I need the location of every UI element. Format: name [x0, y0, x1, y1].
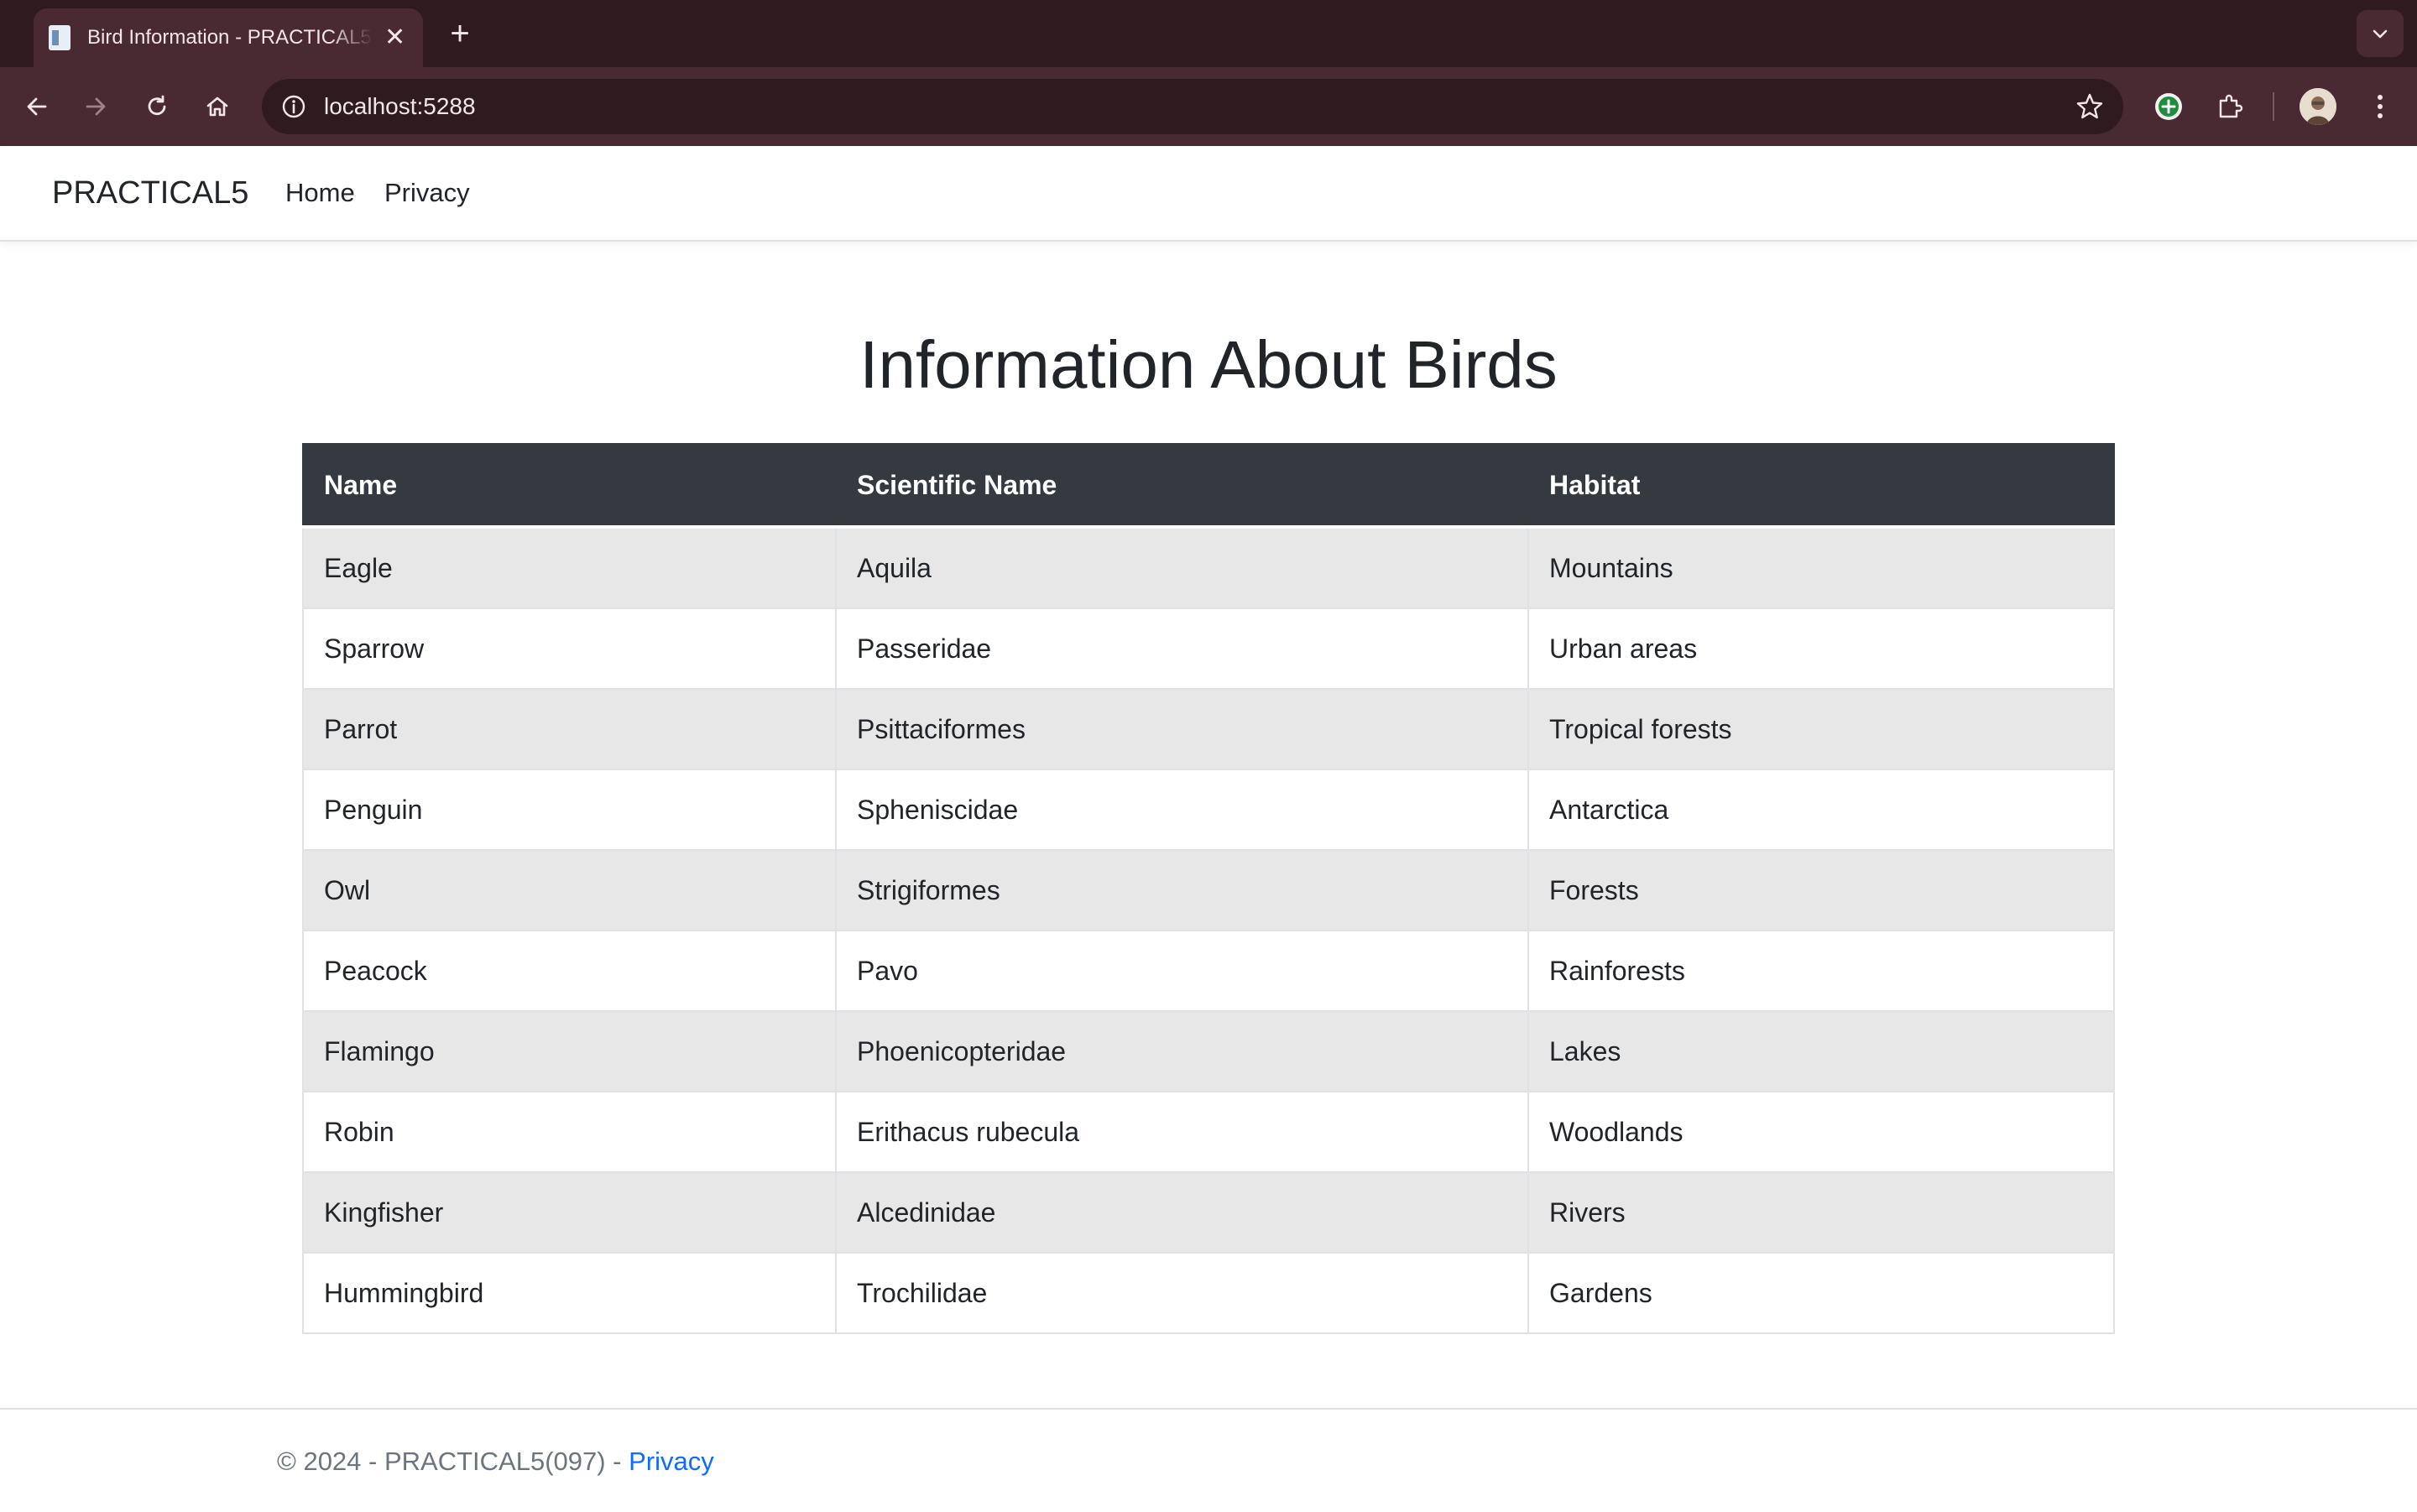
- cell-name: Kingfisher: [302, 1171, 837, 1254]
- column-header-habitat: Habitat: [1527, 443, 2115, 529]
- home-icon[interactable]: [197, 86, 238, 127]
- cell-name: Parrot: [302, 688, 837, 770]
- table-row: Sparrow Passeridae Urban areas: [302, 607, 2115, 690]
- cell-name: Eagle: [302, 526, 837, 609]
- new-tab-button[interactable]: +: [441, 15, 478, 52]
- cell-scientific-name: Trochilidae: [835, 1252, 1529, 1334]
- cell-name: Owl: [302, 849, 837, 931]
- document-icon: [49, 25, 70, 50]
- tab-title: Bird Information - PRACTICAL5: [87, 26, 372, 49]
- info-icon[interactable]: [280, 93, 307, 120]
- cell-habitat: Mountains: [1527, 526, 2115, 609]
- star-icon[interactable]: [2075, 91, 2105, 122]
- cell-scientific-name: Spheniscidae: [835, 769, 1529, 851]
- nav-privacy-link[interactable]: Privacy: [384, 146, 470, 240]
- cell-habitat: Rainforests: [1527, 930, 2115, 1012]
- table-row: Penguin Spheniscidae Antarctica: [302, 769, 2115, 851]
- toolbar-divider: [2273, 92, 2274, 121]
- birds-table: Name Scientific Name Habitat Eagle Aquil…: [302, 443, 2115, 1334]
- cell-scientific-name: Phoenicopteridae: [835, 1010, 1529, 1092]
- nav-home-link[interactable]: Home: [285, 146, 355, 240]
- column-header-name: Name: [302, 443, 837, 529]
- cell-scientific-name: Strigiformes: [835, 849, 1529, 931]
- cell-habitat: Tropical forests: [1527, 688, 2115, 770]
- profile-avatar[interactable]: [2300, 88, 2336, 125]
- browser-tabstrip: Bird Information - PRACTICAL5 ✕ +: [0, 0, 2417, 67]
- cell-habitat: Urban areas: [1527, 607, 2115, 690]
- url-text[interactable]: localhost:5288: [324, 79, 476, 134]
- table-row: Kingfisher Alcedinidae Rivers: [302, 1171, 2115, 1254]
- address-bar[interactable]: localhost:5288: [262, 79, 2123, 134]
- cell-scientific-name: Pavo: [835, 930, 1529, 1012]
- cell-scientific-name: Erithacus rubecula: [835, 1091, 1529, 1173]
- cell-scientific-name: Aquila: [835, 526, 1529, 609]
- table-row: Parrot Psittaciformes Tropical forests: [302, 688, 2115, 770]
- table-row: Peacock Pavo Rainforests: [302, 930, 2115, 1012]
- cell-scientific-name: Passeridae: [835, 607, 1529, 690]
- column-header-scientific-name: Scientific Name: [835, 443, 1529, 529]
- brand-link[interactable]: PRACTICAL5: [52, 146, 248, 240]
- arrow-left-icon[interactable]: [17, 86, 57, 127]
- arrow-right-icon[interactable]: [76, 86, 116, 127]
- cell-habitat: Lakes: [1527, 1010, 2115, 1092]
- cell-habitat: Rivers: [1527, 1171, 2115, 1254]
- cell-name: Flamingo: [302, 1010, 837, 1092]
- browser-tab[interactable]: Bird Information - PRACTICAL5 ✕: [34, 8, 423, 67]
- plus-circle-icon[interactable]: [2148, 86, 2189, 127]
- table-header-row: Name Scientific Name Habitat: [302, 443, 2115, 529]
- table-row: Robin Erithacus rubecula Woodlands: [302, 1091, 2115, 1173]
- footer-text: © 2024 - PRACTICAL5(097) - Privacy: [277, 1443, 714, 1480]
- reload-icon[interactable]: [137, 86, 177, 127]
- cell-scientific-name: Psittaciformes: [835, 688, 1529, 770]
- site-footer: © 2024 - PRACTICAL5(097) - Privacy: [0, 1408, 2417, 1512]
- table-row: Owl Strigiformes Forests: [302, 849, 2115, 931]
- cell-name: Sparrow: [302, 607, 837, 690]
- puzzle-icon[interactable]: [2210, 86, 2250, 127]
- table-row: Flamingo Phoenicopteridae Lakes: [302, 1010, 2115, 1092]
- table-row: Eagle Aquila Mountains: [302, 526, 2115, 609]
- page-title: Information About Birds: [859, 327, 1558, 402]
- cell-habitat: Gardens: [1527, 1252, 2115, 1334]
- cell-name: Peacock: [302, 930, 837, 1012]
- cell-habitat: Woodlands: [1527, 1091, 2115, 1173]
- kebab-menu-icon[interactable]: [2360, 86, 2400, 127]
- chevron-down-icon[interactable]: [2357, 10, 2404, 57]
- browser-toolbar: localhost:5288: [0, 67, 2417, 146]
- cell-habitat: Antarctica: [1527, 769, 2115, 851]
- footer-privacy-link[interactable]: Privacy: [629, 1447, 714, 1476]
- cell-scientific-name: Alcedinidae: [835, 1171, 1529, 1254]
- cell-habitat: Forests: [1527, 849, 2115, 931]
- cell-name: Robin: [302, 1091, 837, 1173]
- close-icon[interactable]: ✕: [384, 25, 405, 50]
- cell-name: Penguin: [302, 769, 837, 851]
- footer-copyright: © 2024 - PRACTICAL5(097) -: [277, 1447, 629, 1476]
- table-row: Hummingbird Trochilidae Gardens: [302, 1252, 2115, 1334]
- cell-name: Hummingbird: [302, 1252, 837, 1334]
- site-navbar: PRACTICAL5 Home Privacy: [0, 146, 2417, 242]
